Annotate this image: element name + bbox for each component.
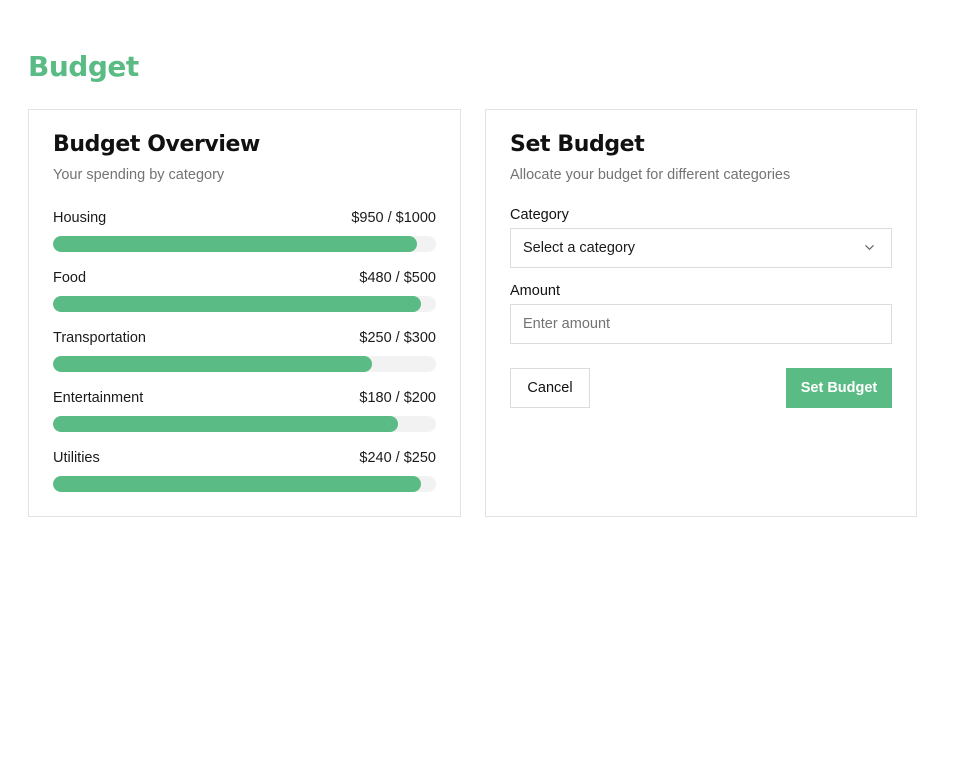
budget-item-amount: $480 / $500 (359, 270, 436, 286)
budget-item-housing: Housing $950 / $1000 (53, 210, 436, 252)
budget-item-label: Housing (53, 210, 107, 226)
overview-subtitle: Your spending by category (53, 167, 225, 183)
form-subtitle: Allocate your budget for different categ… (510, 167, 791, 183)
budget-item-amount: $180 / $200 (359, 390, 436, 406)
progress-track (53, 416, 436, 432)
progress-fill (53, 356, 373, 372)
page-title: Budget (28, 50, 139, 83)
progress-track (53, 356, 436, 372)
progress-fill (53, 476, 421, 492)
progress-fill (53, 416, 398, 432)
set-budget-button[interactable]: Set Budget (786, 368, 892, 408)
budget-item-food: Food $480 / $500 (53, 270, 436, 312)
amount-input[interactable] (510, 304, 892, 344)
progress-fill (53, 296, 421, 312)
chevron-down-icon (865, 245, 874, 250)
set-budget-card: Set Budget Allocate your budget for diff… (485, 109, 917, 517)
overview-title: Budget Overview (53, 132, 260, 157)
budget-item-entertainment: Entertainment $180 / $200 (53, 390, 436, 432)
budget-item-label: Utilities (53, 450, 100, 466)
category-label: Category (510, 207, 569, 223)
progress-track (53, 236, 436, 252)
budget-item-label: Transportation (53, 330, 146, 346)
category-select[interactable]: Select a category (510, 228, 892, 268)
budget-overview-card: Budget Overview Your spending by categor… (28, 109, 461, 517)
budget-item-utilities: Utilities $240 / $250 (53, 450, 436, 492)
budget-item-transportation: Transportation $250 / $300 (53, 330, 436, 372)
category-select-value: Select a category (523, 240, 636, 256)
progress-track (53, 476, 436, 492)
form-title: Set Budget (510, 132, 645, 157)
progress-fill (53, 236, 417, 252)
budget-item-label: Food (53, 270, 87, 286)
amount-label: Amount (510, 283, 560, 299)
budget-item-amount: $950 / $1000 (351, 210, 436, 226)
budget-item-label: Entertainment (53, 390, 144, 406)
cancel-button[interactable]: Cancel (510, 368, 590, 408)
budget-item-amount: $250 / $300 (359, 330, 436, 346)
progress-track (53, 296, 436, 312)
budget-item-amount: $240 / $250 (359, 450, 436, 466)
